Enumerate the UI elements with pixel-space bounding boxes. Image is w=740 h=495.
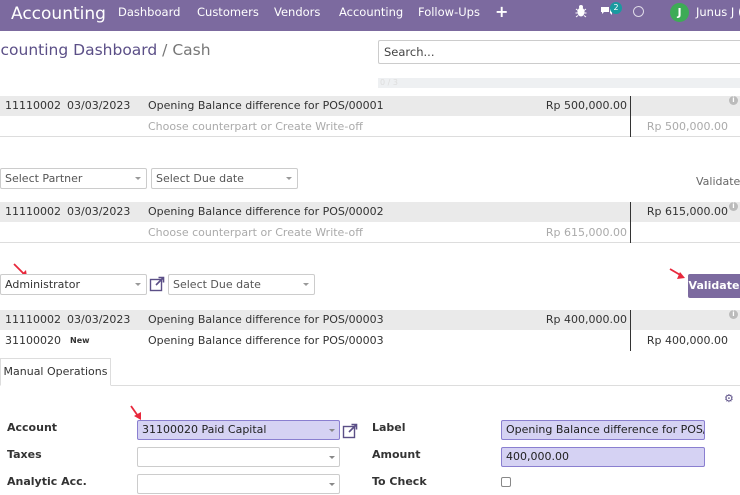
line-label: Opening Balance difference for POS/00001 xyxy=(148,99,384,112)
app-brand[interactable]: Accounting xyxy=(11,3,106,25)
info-icon[interactable]: i xyxy=(729,310,738,319)
external-link-icon[interactable] xyxy=(342,423,358,439)
statement-line[interactable]: 11110002 03/03/2023 Opening Balance diff… xyxy=(0,310,740,330)
top-navbar: Accounting Dashboard Customers Vendors A… xyxy=(0,0,740,31)
statement-line[interactable]: 11110002 03/03/2023 Opening Balance diff… xyxy=(0,96,740,116)
line-debit: Rp 400,000.00 xyxy=(545,313,627,326)
menu-customers[interactable]: Customers xyxy=(197,0,259,31)
annotation-arrow xyxy=(669,268,685,279)
search-input[interactable] xyxy=(378,40,740,64)
select-due-date-text: Select Due date xyxy=(156,172,244,185)
account-dropdown[interactable]: 31100020 Paid Capital xyxy=(137,420,340,440)
line-credit: Rp 615,000.00 xyxy=(646,205,728,218)
line-label: Opening Balance difference for POS/00003 xyxy=(148,313,384,326)
dropdown-caret-icon xyxy=(303,283,309,286)
dropdown-caret-icon xyxy=(135,283,141,286)
new-line-account-code: 31100020 xyxy=(5,334,61,347)
breadcrumb-current: Cash xyxy=(172,41,211,59)
line-date: 03/03/2023 xyxy=(67,205,131,218)
counterpart-credit: Rp 500,000.00 xyxy=(646,120,728,133)
select-due-date-text: Select Due date xyxy=(173,278,261,291)
analytic-account-label: Analytic Acc. xyxy=(7,475,87,488)
select-partner-dropdown[interactable]: Select Partner xyxy=(0,168,147,189)
counterpart-hint[interactable]: Choose counterpart or Create Write-off xyxy=(148,223,363,243)
line-date: 03/03/2023 xyxy=(67,99,131,112)
account-label: Account xyxy=(7,421,58,434)
amount-label: Amount xyxy=(372,448,421,461)
debit-credit-divider xyxy=(630,96,631,137)
amount-field[interactable]: 400,000.00 xyxy=(501,447,705,467)
dropdown-caret-icon xyxy=(286,177,292,180)
chat-count-badge: 2 xyxy=(610,2,622,14)
external-link-icon[interactable] xyxy=(149,276,165,292)
info-icon[interactable]: i xyxy=(729,96,738,105)
partner-dropdown[interactable]: Administrator xyxy=(0,274,147,295)
line-date: 03/03/2023 xyxy=(67,313,131,326)
to-check-checkbox[interactable] xyxy=(501,477,511,487)
label-field[interactable]: Opening Balance difference for POS/0000 xyxy=(501,420,705,440)
label-field-label: Label xyxy=(372,421,406,434)
dropdown-caret-icon xyxy=(329,456,335,459)
clock-icon[interactable] xyxy=(633,6,644,17)
new-counterpart-line[interactable]: 31100020 New Opening Balance difference … xyxy=(0,331,740,351)
debit-credit-divider xyxy=(630,310,631,351)
dropdown-caret-icon xyxy=(329,429,335,432)
pager: 0 / 3 xyxy=(378,78,740,88)
tab-manual-operations[interactable]: Manual Operations xyxy=(0,358,111,386)
debit-credit-divider xyxy=(630,202,631,243)
counterpart-hint[interactable]: Choose counterpart or Create Write-off xyxy=(148,117,363,137)
line-debit: Rp 500,000.00 xyxy=(545,99,627,112)
annotation-arrow xyxy=(130,405,141,420)
select-partner-text: Select Partner xyxy=(5,172,83,185)
tab-bar-border xyxy=(0,385,740,386)
add-menu-icon[interactable]: + xyxy=(495,2,508,22)
validate-button[interactable]: Validate xyxy=(688,274,740,298)
info-icon[interactable]: i xyxy=(729,202,738,211)
counterpart-line[interactable]: Choose counterpart or Create Write-off R… xyxy=(0,223,740,243)
menu-follow-ups[interactable]: Follow-Ups xyxy=(418,0,480,31)
line-account-code: 11110002 xyxy=(5,99,61,112)
taxes-dropdown[interactable] xyxy=(137,447,340,467)
breadcrumb-separator: / xyxy=(157,41,173,59)
breadcrumb-parent[interactable]: ccounting Dashboard xyxy=(0,41,157,59)
statement-line[interactable]: 11110002 03/03/2023 Opening Balance diff… xyxy=(0,202,740,222)
new-line-label: Opening Balance difference for POS/00003 xyxy=(148,334,384,347)
dropdown-caret-icon xyxy=(329,483,335,486)
counterpart-line[interactable]: Choose counterpart or Create Write-off R… xyxy=(0,117,740,137)
new-line-credit: Rp 400,000.00 xyxy=(646,334,728,347)
analytic-account-dropdown[interactable] xyxy=(137,474,340,494)
new-badge: New xyxy=(70,336,90,345)
line-label: Opening Balance difference for POS/00002 xyxy=(148,205,384,218)
user-name[interactable]: Junus J ( xyxy=(696,0,740,25)
line-account-code: 11110002 xyxy=(5,313,61,326)
line-account-code: 11110002 xyxy=(5,205,61,218)
select-due-date-dropdown[interactable]: Select Due date xyxy=(151,168,298,189)
breadcrumb: ccounting Dashboard / Cash xyxy=(0,41,211,59)
partner-value: Administrator xyxy=(5,278,80,291)
gear-icon[interactable]: ⚙ xyxy=(724,392,734,405)
counterpart-debit: Rp 615,000.00 xyxy=(545,226,627,239)
avatar[interactable]: J xyxy=(670,3,689,22)
menu-dashboard[interactable]: Dashboard xyxy=(118,0,180,31)
dropdown-caret-icon xyxy=(135,177,141,180)
menu-vendors[interactable]: Vendors xyxy=(274,0,320,31)
select-due-date-dropdown[interactable]: Select Due date xyxy=(168,274,315,295)
to-check-label: To Check xyxy=(372,475,427,488)
menu-accounting[interactable]: Accounting xyxy=(339,0,403,31)
taxes-label: Taxes xyxy=(7,448,42,461)
validate-button-disabled[interactable]: Validate xyxy=(696,175,740,188)
bug-icon[interactable] xyxy=(575,4,587,18)
account-value: 31100020 Paid Capital xyxy=(142,423,267,436)
